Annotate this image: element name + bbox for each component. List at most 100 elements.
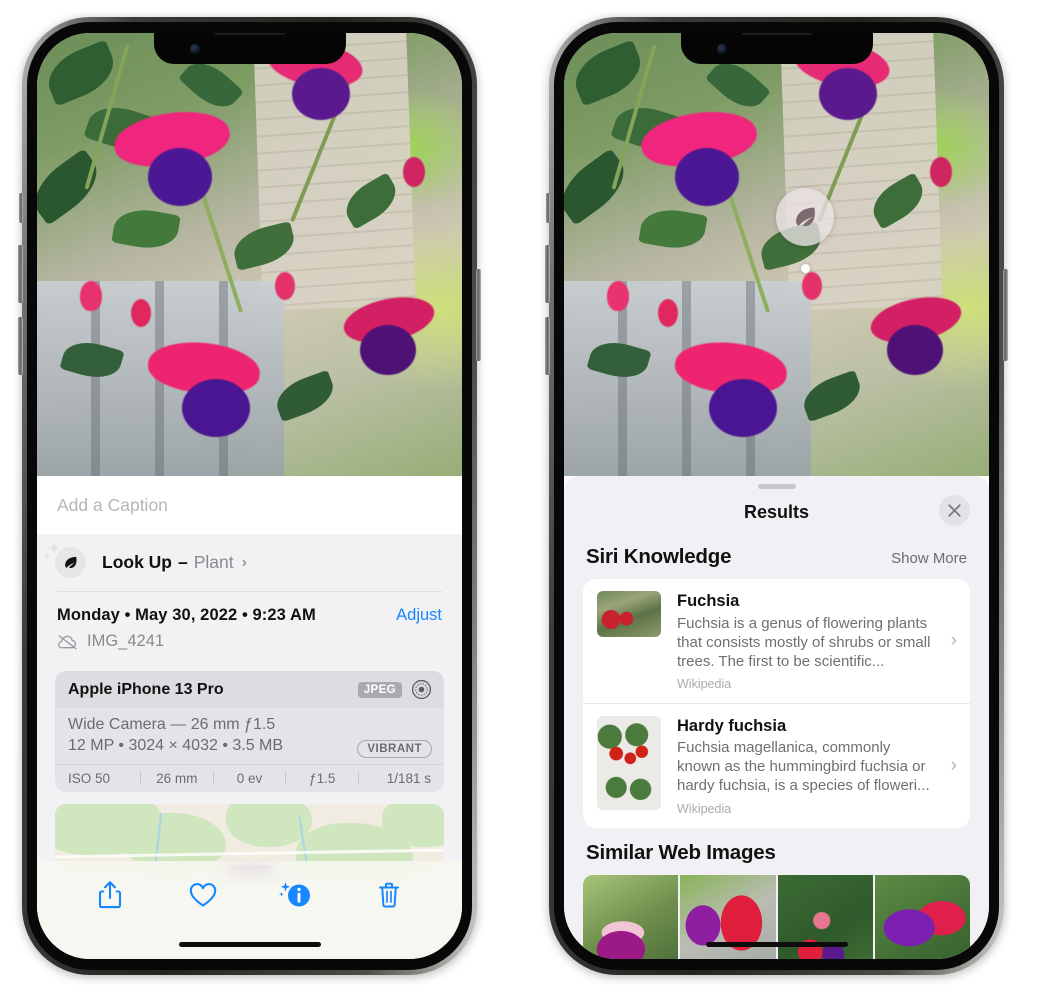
notch bbox=[153, 33, 346, 64]
favorite-button[interactable] bbox=[181, 875, 225, 915]
home-indicator[interactable] bbox=[178, 941, 321, 947]
lens-line: Wide Camera — 26 mm ƒ1.5 bbox=[68, 716, 276, 733]
earpiece-speaker bbox=[213, 33, 286, 35]
results-header: Results bbox=[564, 492, 989, 532]
exif-row: ISO 50 26 mm 0 ev ƒ1.5 1/181 s bbox=[55, 764, 444, 792]
results-title: Results bbox=[743, 501, 810, 522]
result-text: Hardy fuchsia Fuchsia magellanica, commo… bbox=[661, 716, 958, 816]
flower-corolla bbox=[708, 378, 777, 437]
flower-bud bbox=[79, 281, 102, 312]
siri-knowledge-header: Siri Knowledge Show More bbox=[564, 532, 989, 579]
trash-icon bbox=[379, 882, 400, 908]
exif-shutter: 1/181 s bbox=[386, 771, 431, 786]
result-source: Wikipedia bbox=[677, 801, 732, 816]
photo-info-sheet: Add a Caption ✦ ✦ Look Up – Plant › Mond… bbox=[37, 476, 462, 959]
close-button[interactable] bbox=[939, 495, 970, 526]
flower-bud bbox=[130, 298, 151, 327]
result-source: Wikipedia bbox=[677, 676, 732, 691]
foliage bbox=[566, 39, 649, 107]
phone-right-bezel: Results Siri Knowledge Show More Fuchsia… bbox=[554, 22, 999, 970]
camera-body: Wide Camera — 26 mm ƒ1.5 12 MP • 3024 × … bbox=[55, 708, 444, 764]
power-button[interactable] bbox=[1003, 269, 1008, 361]
similar-image[interactable] bbox=[874, 874, 970, 959]
photo-viewer[interactable] bbox=[37, 33, 462, 476]
share-icon bbox=[98, 881, 121, 909]
mute-switch[interactable] bbox=[546, 193, 550, 223]
siri-knowledge-title: Siri Knowledge bbox=[586, 545, 732, 568]
delete-button[interactable] bbox=[367, 875, 411, 915]
close-icon bbox=[948, 504, 961, 517]
exif-exposure: 0 ev bbox=[236, 771, 263, 786]
flower-bud bbox=[606, 281, 629, 312]
volume-up-button[interactable] bbox=[545, 245, 550, 303]
look-up-dash: – bbox=[178, 552, 188, 572]
foliage bbox=[37, 148, 108, 226]
phone-right-screen: Results Siri Knowledge Show More Fuchsia… bbox=[564, 33, 989, 959]
result-thumbnail bbox=[597, 591, 661, 637]
front-camera bbox=[189, 44, 200, 54]
flower-bud bbox=[929, 157, 952, 188]
photographic-style-badge: VIBRANT bbox=[357, 740, 432, 758]
show-more-button[interactable]: Show More bbox=[891, 550, 967, 567]
front-camera bbox=[716, 44, 727, 54]
sparkle-small-icon: ✦ bbox=[43, 552, 52, 563]
camera-info-card: Apple iPhone 13 Pro JPEG Wide Camera — 2… bbox=[55, 671, 444, 792]
visual-lookup-anchor-dot bbox=[800, 264, 810, 273]
leaf-icon: ✦ ✦ bbox=[43, 540, 86, 578]
earpiece-speaker bbox=[740, 33, 813, 35]
mute-switch[interactable] bbox=[19, 193, 23, 223]
visual-lookup-badge[interactable] bbox=[776, 188, 834, 273]
flower-corolla bbox=[674, 148, 739, 207]
raw-toggle-icon[interactable] bbox=[411, 679, 432, 700]
phone-left-screen: Add a Caption ✦ ✦ Look Up – Plant › Mond… bbox=[37, 33, 462, 959]
leaf-icon bbox=[776, 188, 834, 246]
cloud-slash-icon bbox=[58, 634, 77, 649]
foliage bbox=[110, 204, 181, 254]
chevron-right-icon: › bbox=[950, 629, 957, 651]
flower-corolla bbox=[147, 148, 212, 207]
camera-model: Apple iPhone 13 Pro bbox=[68, 680, 224, 698]
format-badge: JPEG bbox=[357, 681, 402, 698]
volume-up-button[interactable] bbox=[18, 245, 23, 303]
info-button[interactable] bbox=[274, 875, 318, 915]
volume-down-button[interactable] bbox=[18, 317, 23, 375]
phone-left-bezel: Add a Caption ✦ ✦ Look Up – Plant › Mond… bbox=[27, 22, 472, 970]
home-indicator[interactable] bbox=[705, 941, 848, 947]
exif-focal: 26 mm bbox=[156, 771, 198, 786]
power-button[interactable] bbox=[476, 269, 481, 361]
flower-corolla bbox=[360, 325, 416, 376]
phone-left: Add a Caption ✦ ✦ Look Up – Plant › Mond… bbox=[18, 17, 481, 975]
adjust-button[interactable]: Adjust bbox=[396, 606, 442, 625]
caption-placeholder: Add a Caption bbox=[57, 494, 168, 515]
flower-bud bbox=[402, 157, 425, 188]
result-thumbnail bbox=[597, 715, 661, 810]
list-item[interactable]: Hardy fuchsia Fuchsia magellanica, commo… bbox=[583, 702, 970, 828]
phone-right: Results Siri Knowledge Show More Fuchsia… bbox=[545, 17, 1008, 975]
look-up-row[interactable]: ✦ ✦ Look Up – Plant › bbox=[37, 534, 462, 591]
foliage bbox=[637, 204, 708, 254]
camera-header: Apple iPhone 13 Pro JPEG bbox=[55, 671, 444, 708]
heart-icon bbox=[189, 883, 217, 907]
result-description: Fuchsia magellanica, commonly known as t… bbox=[677, 739, 930, 795]
sheet-grabber[interactable] bbox=[757, 484, 796, 489]
notch bbox=[680, 33, 873, 64]
caption-input[interactable]: Add a Caption bbox=[37, 476, 462, 534]
file-line: IMG_4241 bbox=[57, 632, 442, 651]
file-name: IMG_4241 bbox=[87, 632, 165, 650]
metadata-block: Monday • May 30, 2022 • 9:23 AM Adjust I… bbox=[37, 592, 462, 659]
siri-knowledge-cards: Fuchsia Fuchsia is a genus of flowering … bbox=[583, 579, 970, 828]
results-sheet: Results Siri Knowledge Show More Fuchsia… bbox=[564, 476, 989, 959]
volume-down-button[interactable] bbox=[545, 317, 550, 375]
similar-image[interactable] bbox=[583, 874, 679, 959]
similar-web-images-header: Similar Web Images bbox=[564, 828, 989, 875]
list-item[interactable]: Fuchsia Fuchsia is a genus of flowering … bbox=[583, 579, 970, 703]
flower-corolla bbox=[887, 325, 943, 376]
similar-web-images-title: Similar Web Images bbox=[586, 840, 776, 864]
capture-date: Monday • May 30, 2022 • 9:23 AM bbox=[57, 606, 316, 624]
flower-bud bbox=[657, 298, 678, 327]
result-title: Fuchsia bbox=[677, 592, 740, 610]
chevron-right-icon: › bbox=[950, 754, 957, 776]
share-button[interactable] bbox=[88, 875, 132, 915]
exif-aperture: ƒ1.5 bbox=[309, 771, 336, 786]
look-up-label: Look Up bbox=[102, 552, 172, 572]
